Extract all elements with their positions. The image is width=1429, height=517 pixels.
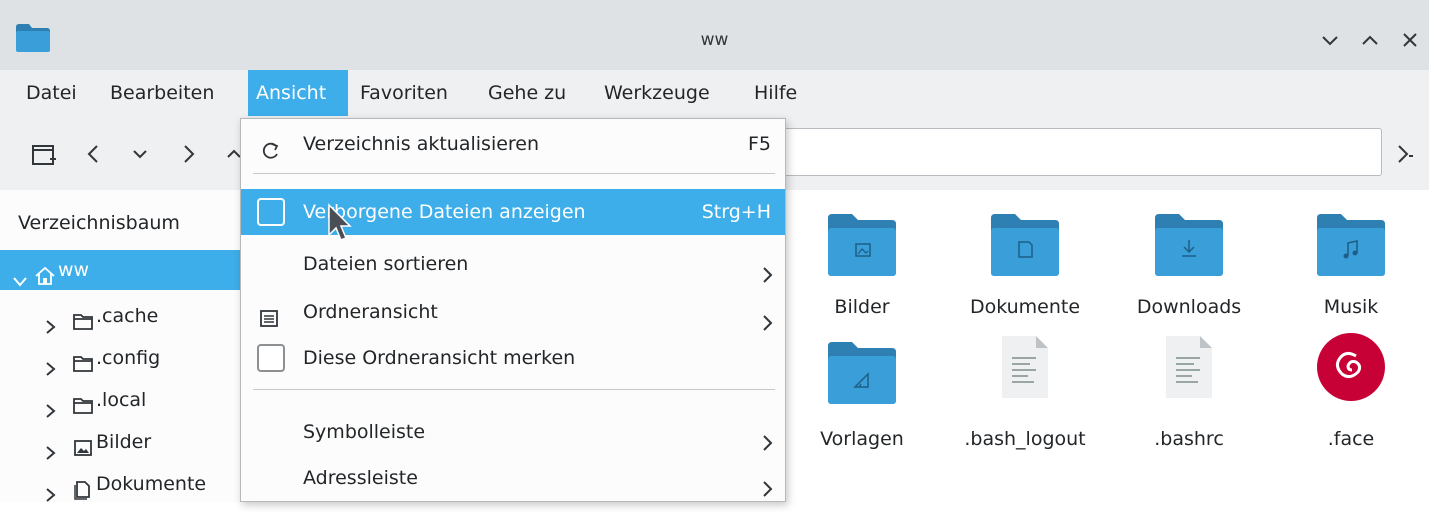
title-bar: ww [0,0,1429,70]
file-name: Downloads [1136,296,1242,318]
folder-documents-icon [991,212,1059,280]
minimize-button[interactable] [1318,28,1342,52]
menu-item-label: Adressleiste [303,467,418,489]
tree-item-label: Bilder [96,431,152,453]
file-name: Bilder [834,296,890,318]
menu-werkzeuge[interactable]: Werkzeuge [596,70,718,116]
file-item-vorlagen[interactable]: Vorlagen [787,340,937,460]
file-item-downloads[interactable]: Downloads [1114,212,1264,332]
text-file-icon [1000,334,1050,404]
mouse-cursor-icon [327,203,353,247]
documents-icon [72,474,94,514]
go-icon[interactable] [1392,140,1416,172]
view-menu-dropdown: Verzeichnis aktualisieren F5 Verborgene … [240,118,786,502]
home-icon [34,260,56,300]
menu-bar: Datei Bearbeiten Ansicht Favoriten Gehe … [0,70,1429,118]
folder-pictures-icon [828,212,896,280]
history-icon[interactable] [128,140,152,172]
new-tab-icon[interactable] [30,140,58,172]
menu-item-label: Symbolleiste [303,421,426,443]
shortcut-label: F5 [747,133,771,155]
menu-item-label: Dateien sortieren [303,253,469,275]
chevron-right-icon [761,469,775,515]
close-button[interactable] [1398,28,1422,52]
menu-separator [253,389,775,390]
file-item-bash-logout[interactable]: .bash_logout [950,334,1100,454]
menu-item-toolbar[interactable]: Symbolleiste [241,409,785,455]
file-name: Vorlagen [820,428,904,450]
folder-music-icon [1317,212,1385,280]
forward-icon[interactable] [176,140,200,172]
menu-bearbeiten[interactable]: Bearbeiten [102,70,222,116]
panel-title: Verzeichnisbaum [18,212,180,234]
menu-item-label: Diese Ordneransicht merken [303,347,576,369]
window-title: ww [700,30,729,50]
address-input[interactable] [770,128,1382,176]
shortcut-label: Strg+H [701,201,771,223]
tree-item-label: .local [96,389,147,411]
tree-item-local[interactable]: .local [0,380,248,420]
debian-logo-icon [1316,332,1386,406]
file-item-dokumente[interactable]: Dokumente [950,212,1100,332]
folder-templates-icon [828,340,896,408]
tree-item-label: .cache [96,305,159,327]
menu-ansicht[interactable]: Ansicht [248,70,348,116]
maximize-button[interactable] [1358,28,1382,52]
checkbox[interactable] [257,198,285,226]
tree-item-dokumente[interactable]: Dokumente [0,464,248,504]
menu-favoriten[interactable]: Favoriten [352,70,456,116]
text-file-icon [1164,334,1214,404]
file-name: Dokumente [969,296,1081,318]
menu-item-address-bar[interactable]: Adressleiste [241,455,785,501]
menu-item-show-hidden[interactable]: Verborgene Dateien anzeigen Strg+H [241,189,785,235]
menu-datei[interactable]: Datei [18,70,85,116]
menu-item-label: Verzeichnis aktualisieren [303,133,540,155]
menu-item-remember-view[interactable]: Diese Ordneransicht merken [241,335,785,381]
tree-item-label: ww [58,259,90,281]
directory-tree-panel: Verzeichnisbaum ww .cache .config .local… [0,190,248,502]
tree-item-bilder[interactable]: Bilder [0,422,248,462]
back-icon[interactable] [82,140,106,172]
file-name: Musik [1323,296,1379,318]
menu-item-folder-view[interactable]: Ordneransicht [241,289,785,335]
menu-hilfe[interactable]: Hilfe [746,70,805,116]
menu-item-label: Ordneransicht [303,301,438,323]
menu-gehe-zu[interactable]: Gehe zu [480,70,574,116]
tree-item-cache[interactable]: .cache [0,296,248,336]
file-name: .bashrc [1154,428,1224,450]
file-item-musik[interactable]: Musik [1276,212,1426,332]
menu-separator [253,173,775,174]
file-item-bashrc[interactable]: .bashrc [1114,334,1264,454]
tree-item-label: Dokumente [96,473,207,495]
file-item-face[interactable]: .face [1276,332,1426,452]
tree-item-ww[interactable]: ww [0,250,248,290]
menu-item-refresh[interactable]: Verzeichnis aktualisieren F5 [241,121,785,167]
tree-item-label: .config [96,347,161,369]
file-name: .bash_logout [964,428,1086,450]
chevron-right-icon[interactable] [44,477,58,517]
file-name: .face [1327,428,1375,450]
menu-item-sort-files[interactable]: Dateien sortieren [241,241,785,287]
folder-downloads-icon [1155,212,1223,280]
file-item-bilder[interactable]: Bilder [787,212,937,332]
tree-item-config[interactable]: .config [0,338,248,378]
checkbox[interactable] [257,344,285,372]
